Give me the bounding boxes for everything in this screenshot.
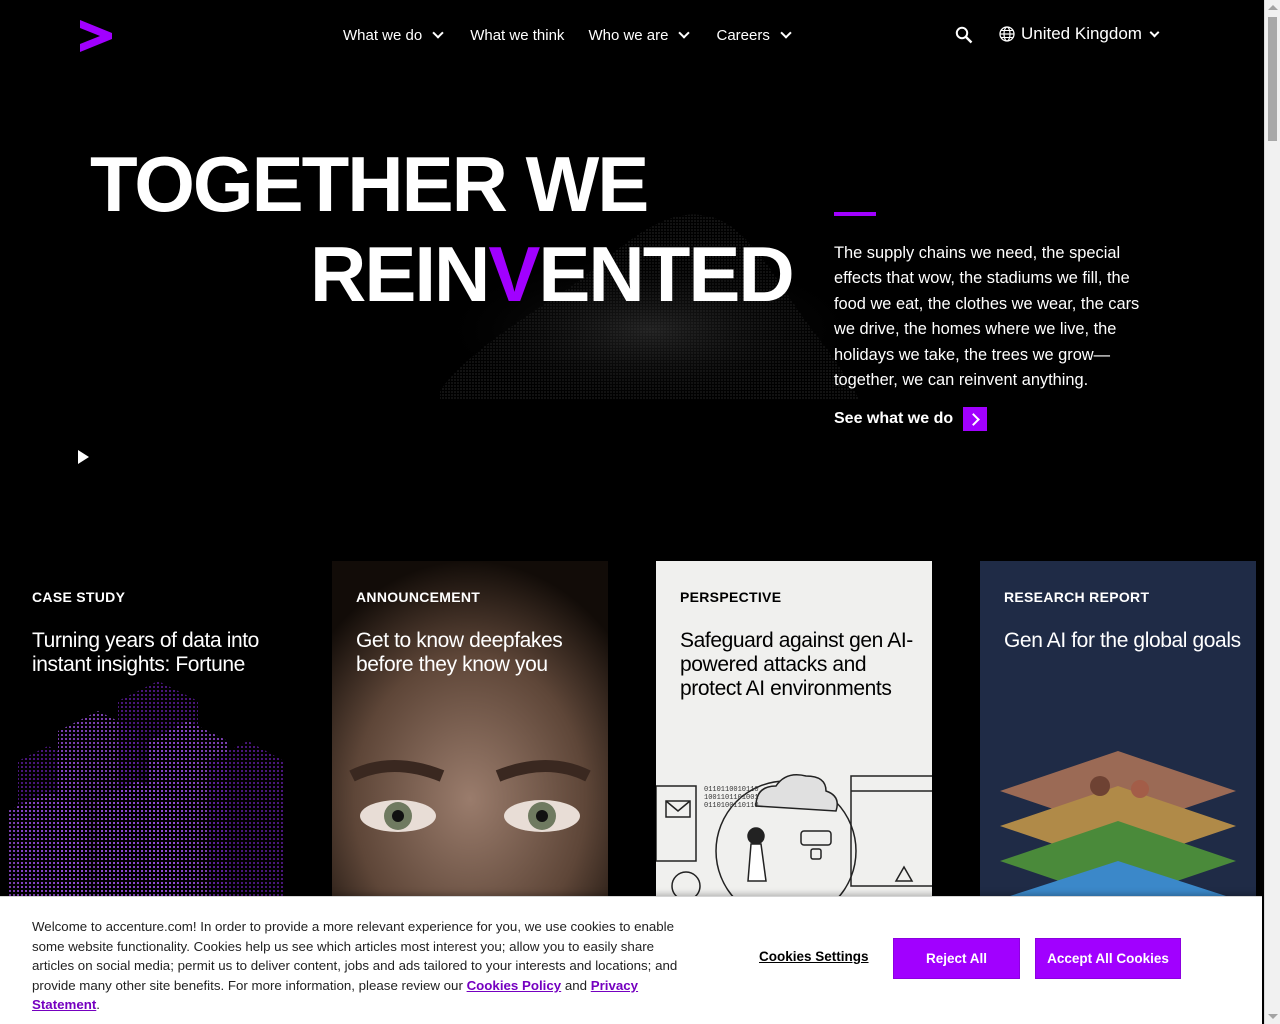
card-tag: ANNOUNCEMENT [356, 589, 481, 605]
earth-layers-art [1000, 751, 1236, 901]
locale-label: United Kingdom [1021, 24, 1142, 43]
headline-part: ENTED [538, 230, 794, 318]
card-tag: RESEARCH REPORT [1004, 589, 1150, 605]
scroll-down-icon[interactable] [1268, 1014, 1278, 1019]
card-title: Get to know deepfakes before they know y… [356, 629, 563, 676]
cookie-end: . [96, 997, 100, 1013]
nav-what-we-do[interactable]: What we do [343, 24, 444, 46]
nav-label: Who we are [588, 26, 669, 44]
nav-who-we-are[interactable]: Who we are [588, 24, 691, 46]
nav-label: What we think [470, 26, 565, 44]
search-icon[interactable] [955, 26, 973, 44]
card-case-study[interactable]: CASE STUDY Turning years of data into in… [8, 561, 284, 901]
security-illustration-art: 0110110010110 1001101101001 011010011011… [656, 774, 932, 901]
nav-label: Careers [716, 26, 770, 44]
cookie-and: and [561, 977, 591, 993]
scroll-thumb[interactable] [1268, 17, 1277, 141]
card-tag: CASE STUDY [32, 589, 126, 605]
card-title: Safeguard against gen AI-powered attacks… [680, 629, 913, 700]
nav-careers[interactable]: Careers [716, 24, 792, 46]
cta-label: See what we do [834, 410, 954, 427]
hero-description: The supply chains we need, the special e… [834, 244, 1140, 390]
scroll-up-icon[interactable] [1268, 5, 1278, 10]
cookies-settings-button[interactable]: Cookies Settings [759, 949, 869, 964]
card-tag: PERSPECTIVE [680, 589, 782, 605]
cookie-message: Welcome to accenture.com! In order to pr… [32, 917, 682, 1015]
reject-all-button[interactable]: Reject All [893, 938, 1020, 979]
svg-text:0110100110110: 0110100110110 [704, 802, 759, 810]
see-what-we-do-link[interactable]: See what we do [834, 407, 988, 431]
hero-headline-line1: TOGETHER WE [90, 140, 649, 228]
card-announcement[interactable]: ANNOUNCEMENT Get to know deepfakes befor… [332, 561, 608, 901]
headline-part: REIN [310, 230, 490, 318]
accent-bar [834, 212, 876, 216]
chevron-down-icon [1149, 27, 1160, 37]
face-eyes-art [332, 561, 608, 901]
play-icon[interactable] [78, 450, 89, 464]
purple-city-art [8, 681, 284, 901]
svg-text:1001101101001: 1001101101001 [704, 794, 759, 802]
accept-all-cookies-button[interactable]: Accept All Cookies [1035, 938, 1181, 979]
locale-selector[interactable]: United Kingdom [999, 24, 1160, 44]
card-research-report[interactable]: RESEARCH REPORT Gen AI for the global go… [980, 561, 1256, 901]
headline-accent-v: V [488, 230, 540, 318]
hero-headline-line2: REINVENTED [310, 235, 795, 313]
page-scrollbar[interactable] [1264, 0, 1280, 1024]
globe-icon [999, 26, 1015, 42]
site-header: What we do What we think Who we are Care… [0, 0, 1264, 70]
chevron-down-icon [678, 27, 691, 39]
nav-what-we-think[interactable]: What we think [470, 24, 564, 46]
cookies-policy-link[interactable]: Cookies Policy [467, 978, 562, 993]
accenture-logo-icon[interactable] [80, 20, 112, 52]
svg-text:0110110010110: 0110110010110 [704, 786, 759, 794]
card-title: Turning years of data into instant insig… [32, 629, 259, 676]
card-perspective[interactable]: 0110110010110 1001101101001 011010011011… [656, 561, 932, 901]
arrow-right-icon [963, 407, 988, 431]
nav-label: What we do [343, 26, 423, 44]
chevron-down-icon [780, 27, 792, 39]
main-nav: What we do What we think Who we are Care… [343, 24, 792, 46]
chevron-down-icon [432, 27, 444, 39]
cookie-banner: Welcome to accenture.com! In order to pr… [0, 896, 1262, 1024]
card-title: Gen AI for the global goals [1004, 629, 1241, 652]
